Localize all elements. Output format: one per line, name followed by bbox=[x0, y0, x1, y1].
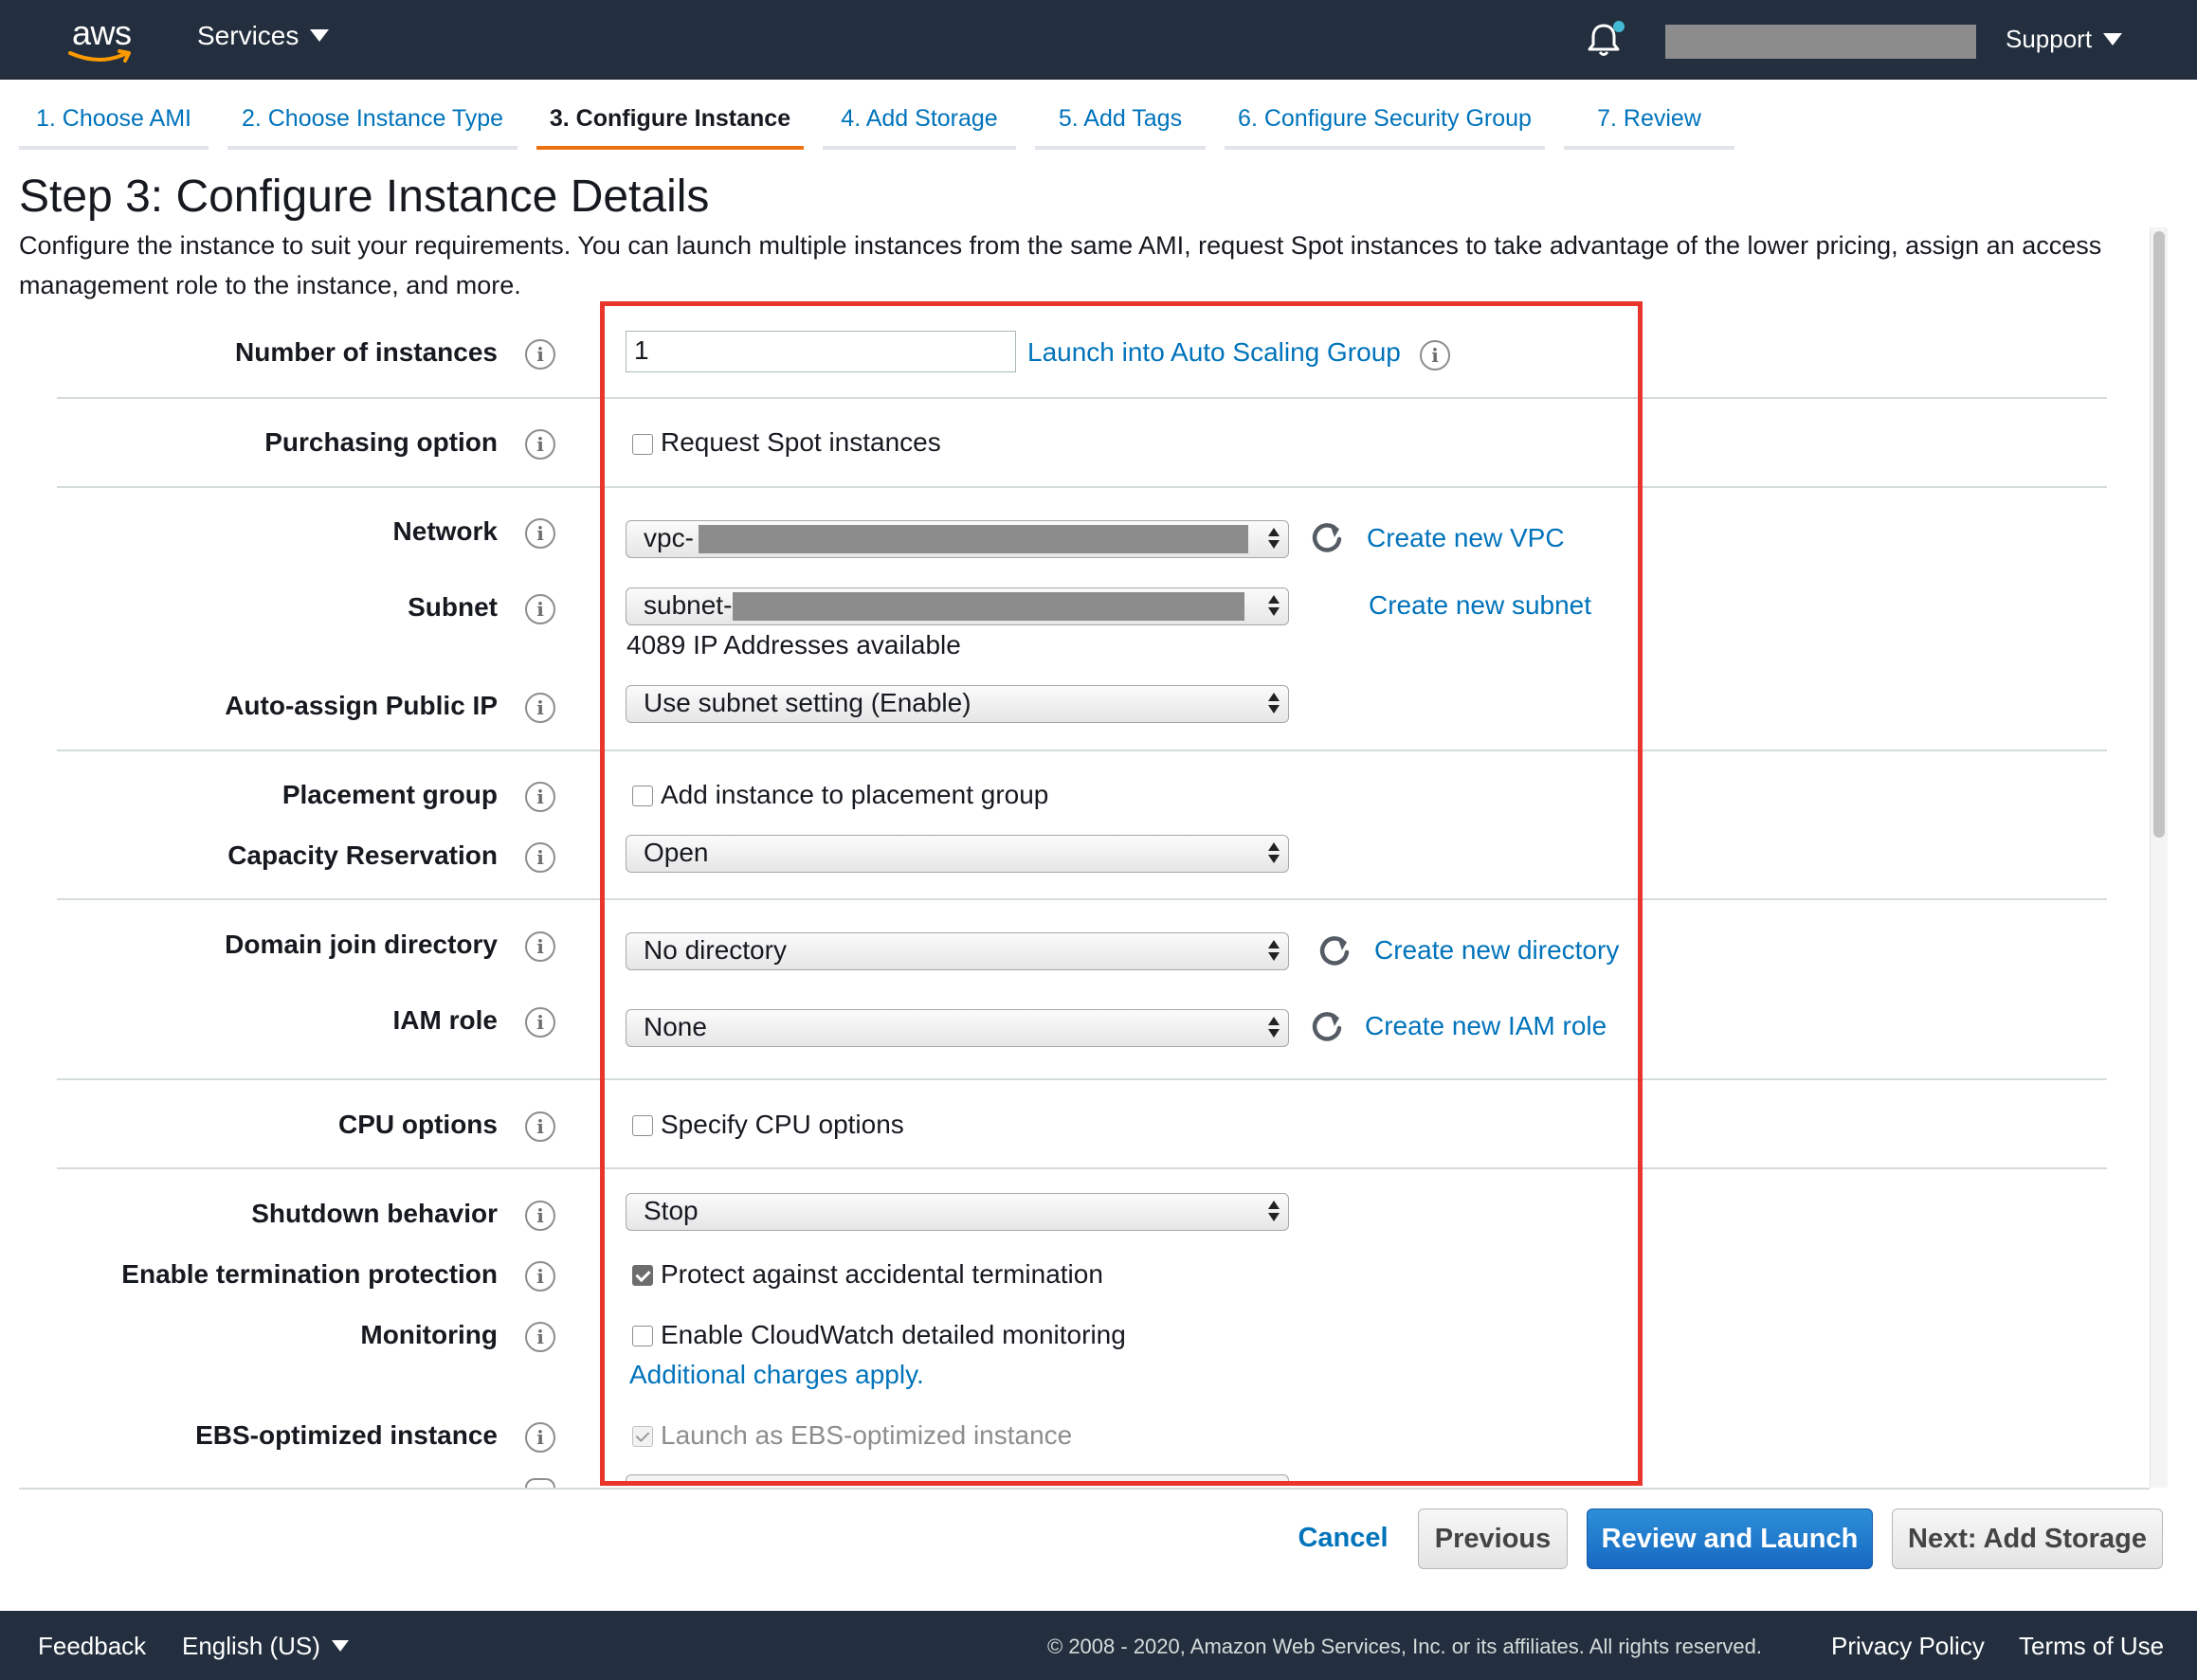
footer: Feedback English (US) © 2008 - 2020, Ama… bbox=[0, 1611, 2197, 1680]
aws-smile-icon bbox=[68, 49, 131, 63]
info-icon[interactable]: i bbox=[525, 518, 555, 549]
page-title: Step 3: Configure Instance Details bbox=[19, 172, 710, 222]
info-icon[interactable]: i bbox=[525, 1322, 555, 1352]
copyright-text: © 2008 - 2020, Amazon Web Services, Inc.… bbox=[1047, 1635, 1762, 1658]
language-selector[interactable]: English (US) bbox=[182, 1632, 349, 1661]
info-icon[interactable]: i bbox=[525, 693, 555, 723]
tab-add-storage[interactable]: 4. Add Storage bbox=[823, 80, 1016, 150]
tab-choose-instance-type[interactable]: 2. Choose Instance Type bbox=[227, 80, 517, 150]
actions-divider bbox=[19, 1488, 2150, 1490]
cancel-button[interactable]: Cancel bbox=[1291, 1508, 1395, 1569]
tab-configure-instance[interactable]: 3. Configure Instance bbox=[536, 80, 804, 150]
feedback-link[interactable]: Feedback bbox=[38, 1632, 146, 1661]
info-icon[interactable]: i bbox=[525, 931, 555, 962]
info-icon[interactable]: i bbox=[525, 842, 555, 873]
caret-down-icon bbox=[331, 1640, 349, 1653]
label-termination-protection: Enable termination protection bbox=[121, 1259, 498, 1289]
support-label: Support bbox=[2006, 25, 2093, 53]
language-label: English (US) bbox=[182, 1632, 320, 1660]
next-add-storage-button[interactable]: Next: Add Storage bbox=[1892, 1508, 2163, 1569]
label-number-of-instances: Number of instances bbox=[235, 337, 498, 367]
label-subnet: Subnet bbox=[408, 592, 498, 622]
label-placement-group: Placement group bbox=[281, 780, 498, 809]
services-label: Services bbox=[197, 21, 300, 50]
label-ebs-optimized: EBS-optimized instance bbox=[195, 1420, 498, 1450]
tab-add-tags[interactable]: 5. Add Tags bbox=[1035, 80, 1206, 150]
info-icon[interactable]: i bbox=[525, 1201, 555, 1231]
label-domain-join-directory: Domain join directory bbox=[225, 930, 498, 959]
label-purchasing-option: Purchasing option bbox=[264, 427, 498, 457]
privacy-policy-link[interactable]: Privacy Policy bbox=[1831, 1632, 1985, 1661]
info-icon[interactable]: i bbox=[525, 1422, 555, 1453]
label-shutdown-behavior: Shutdown behavior bbox=[251, 1199, 498, 1228]
info-icon[interactable]: i bbox=[525, 594, 555, 624]
notification-dot bbox=[1613, 21, 1625, 32]
scrollbar-thumb[interactable] bbox=[2153, 231, 2165, 838]
aws-logo-text: aws bbox=[72, 13, 132, 52]
wizard-steps: 1. Choose AMI 2. Choose Instance Type 3.… bbox=[0, 80, 2197, 150]
review-and-launch-button[interactable]: Review and Launch bbox=[1587, 1508, 1873, 1569]
page-description: Configure the instance to suit your requ… bbox=[19, 231, 2102, 299]
tab-review[interactable]: 7. Review bbox=[1564, 80, 1734, 150]
previous-button[interactable]: Previous bbox=[1418, 1508, 1568, 1569]
info-icon[interactable]: i bbox=[525, 1261, 555, 1292]
info-icon[interactable]: i bbox=[525, 1007, 555, 1038]
info-icon bbox=[525, 1478, 555, 1488]
tab-configure-security-group[interactable]: 6. Configure Security Group bbox=[1225, 80, 1545, 150]
info-icon[interactable]: i bbox=[525, 1111, 555, 1142]
services-menu[interactable]: Services bbox=[197, 21, 330, 51]
tab-choose-ami[interactable]: 1. Choose AMI bbox=[19, 80, 209, 150]
terms-of-use-link[interactable]: Terms of Use bbox=[2019, 1632, 2164, 1661]
aws-logo[interactable]: aws bbox=[66, 11, 142, 68]
highlight-box bbox=[600, 301, 1643, 1486]
label-monitoring: Monitoring bbox=[360, 1320, 498, 1349]
label-cpu-options: CPU options bbox=[338, 1110, 498, 1139]
top-navigation-bar: aws Services Support bbox=[0, 0, 2197, 80]
caret-down-icon bbox=[310, 29, 330, 43]
label-network: Network bbox=[392, 516, 498, 546]
caret-down-icon bbox=[2103, 32, 2123, 45]
label-auto-assign-public-ip: Auto-assign Public IP bbox=[225, 691, 498, 720]
support-menu[interactable]: Support bbox=[2006, 25, 2123, 54]
info-icon[interactable]: i bbox=[525, 782, 555, 812]
info-icon[interactable]: i bbox=[525, 339, 555, 370]
label-iam-role: IAM role bbox=[392, 1005, 498, 1035]
label-capacity-reservation: Capacity Reservation bbox=[227, 840, 498, 870]
account-menu-redacted[interactable] bbox=[1665, 25, 1976, 59]
info-icon[interactable]: i bbox=[525, 429, 555, 460]
